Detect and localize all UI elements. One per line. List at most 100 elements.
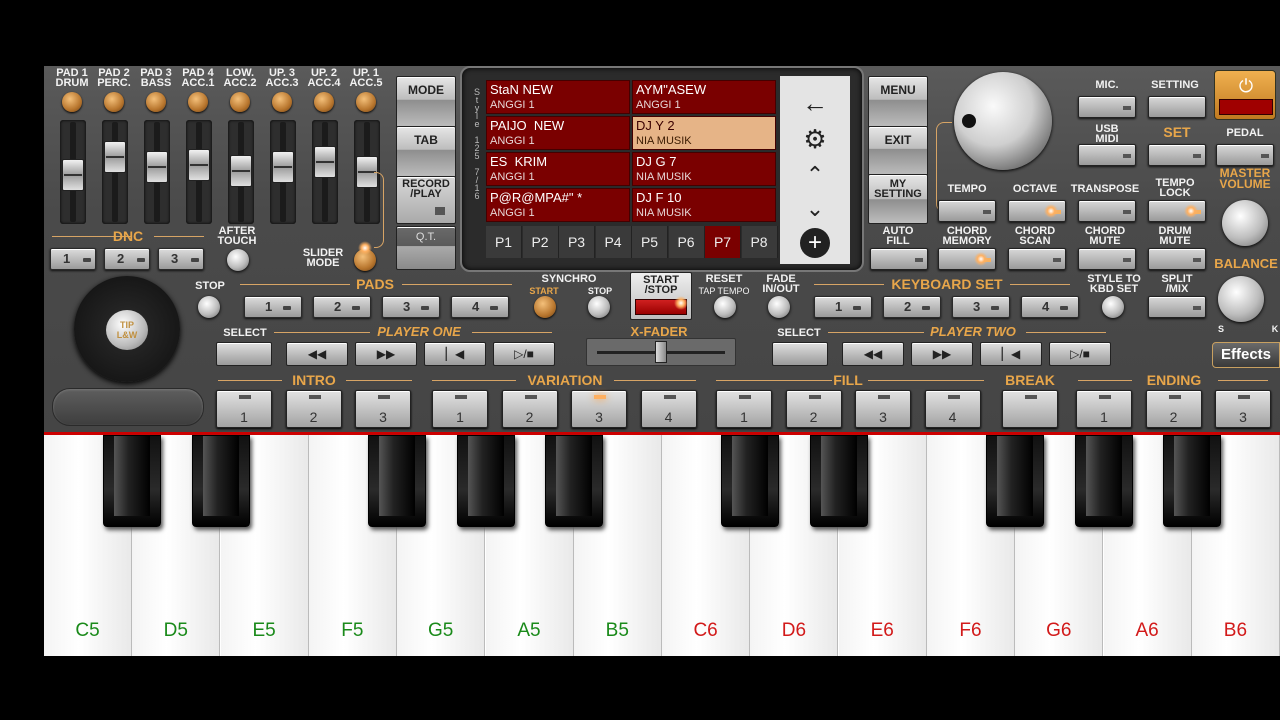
keyboard-set-button-1[interactable]: 1 bbox=[814, 296, 872, 318]
pads-button-4[interactable]: 4 bbox=[451, 296, 509, 318]
dnc-button-2[interactable]: 2 bbox=[104, 248, 150, 270]
black-key-7[interactable] bbox=[810, 435, 868, 527]
variation-button-1[interactable]: 1 bbox=[432, 390, 488, 428]
player2-select-button[interactable] bbox=[772, 342, 828, 366]
style-cell[interactable]: DJ G 7 NIA MUSIK bbox=[632, 152, 776, 186]
pad-knob-3[interactable] bbox=[146, 92, 166, 112]
player1-select-button[interactable] bbox=[216, 342, 272, 366]
fader-3[interactable] bbox=[146, 151, 168, 183]
keyboard-set-button-4[interactable]: 4 bbox=[1021, 296, 1079, 318]
intro-button-2[interactable]: 2 bbox=[285, 390, 342, 428]
black-key-6[interactable] bbox=[721, 435, 779, 527]
pitch-bend-bar[interactable] bbox=[52, 388, 204, 426]
ending-button-2[interactable]: 2 bbox=[1145, 390, 1202, 428]
player1-play-stop-button[interactable]: ▷/■ bbox=[493, 342, 555, 366]
pad-knob-7[interactable] bbox=[314, 92, 334, 112]
page-tab-p5[interactable]: P5 bbox=[632, 226, 668, 258]
style-cell[interactable]: ES KRIM ANGGI 1 bbox=[486, 152, 630, 186]
auto-fill-button[interactable] bbox=[870, 248, 928, 270]
menu-button[interactable]: MENU bbox=[868, 76, 928, 128]
style-cell[interactable]: AYM"ASEW ANGGI 1 bbox=[632, 80, 776, 114]
variation-button-2[interactable]: 2 bbox=[501, 390, 558, 428]
black-key-4[interactable] bbox=[457, 435, 515, 527]
page-tab-p6[interactable]: P6 bbox=[668, 226, 705, 258]
ending-button-3[interactable]: 3 bbox=[1215, 390, 1271, 428]
fader-1[interactable] bbox=[62, 159, 84, 191]
master-volume-knob[interactable] bbox=[1222, 200, 1268, 246]
pad-knob-2[interactable] bbox=[104, 92, 124, 112]
mic-button[interactable] bbox=[1078, 96, 1136, 118]
power-button[interactable]: ⏻ bbox=[1214, 70, 1276, 120]
setting-button[interactable] bbox=[1148, 96, 1206, 118]
player1-skip-start-button[interactable]: ▏◀ bbox=[424, 342, 486, 366]
balance-knob[interactable] bbox=[1218, 276, 1264, 322]
black-key-1[interactable] bbox=[103, 435, 161, 527]
pad-knob-6[interactable] bbox=[272, 92, 292, 112]
pads-button-2[interactable]: 2 bbox=[313, 296, 371, 318]
fader-5[interactable] bbox=[230, 155, 252, 187]
record-play-button[interactable]: RECORD /PLAY bbox=[396, 176, 456, 224]
player1-fast-forward-button[interactable]: ▶▶ bbox=[355, 342, 417, 366]
stop-knob[interactable] bbox=[198, 296, 220, 318]
player2-fast-forward-button[interactable]: ▶▶ bbox=[911, 342, 973, 366]
style-cell[interactable]: StaN NEW ANGGI 1 bbox=[486, 80, 630, 114]
player1-rewind-button[interactable]: ◀◀ bbox=[286, 342, 348, 366]
intro-button-3[interactable]: 3 bbox=[355, 390, 411, 428]
my-setting-button[interactable]: MY SETTING bbox=[868, 174, 928, 224]
page-tab-p3[interactable]: P3 bbox=[559, 226, 595, 258]
pads-button-3[interactable]: 3 bbox=[382, 296, 440, 318]
chord-scan-button[interactable] bbox=[1008, 248, 1066, 270]
fill-button-3[interactable]: 3 bbox=[855, 390, 911, 428]
keyboard-set-button-3[interactable]: 3 bbox=[952, 296, 1010, 318]
style-cell[interactable]: PAIJO NEW ANGGI 1 bbox=[486, 116, 630, 150]
page-tab-p4[interactable]: P4 bbox=[595, 226, 632, 258]
pad-knob-8[interactable] bbox=[356, 92, 376, 112]
pad-knob-5[interactable] bbox=[230, 92, 250, 112]
gear-icon[interactable]: ⚙ bbox=[780, 124, 850, 154]
player2-rewind-button[interactable]: ◀◀ bbox=[842, 342, 904, 366]
variation-button-4[interactable]: 4 bbox=[640, 390, 697, 428]
break-button-1[interactable] bbox=[1002, 390, 1058, 428]
style-cell[interactable]: P@R@MPA#" * ANGGI 1 bbox=[486, 188, 630, 222]
player2-play-stop-button[interactable]: ▷/■ bbox=[1049, 342, 1111, 366]
xfader-handle[interactable] bbox=[655, 341, 667, 363]
synchro-stop-knob[interactable] bbox=[588, 296, 610, 318]
fader-7[interactable] bbox=[314, 146, 336, 178]
dnc-button-3[interactable]: 3 bbox=[158, 248, 204, 270]
chevron-down-icon[interactable]: ⌄ bbox=[780, 194, 850, 224]
fader-4[interactable] bbox=[188, 149, 210, 181]
page-tab-p1[interactable]: P1 bbox=[486, 226, 522, 258]
tempo-button[interactable] bbox=[938, 200, 996, 222]
pads-button-1[interactable]: 1 bbox=[244, 296, 302, 318]
intro-button-1[interactable]: 1 bbox=[216, 390, 272, 428]
style-cell[interactable]: DJ F 10 NIA MUSIK bbox=[632, 188, 776, 222]
mode-button[interactable]: MODE bbox=[396, 76, 456, 128]
black-key-9[interactable] bbox=[1075, 435, 1133, 527]
qt-button[interactable]: Q.T. bbox=[396, 226, 456, 270]
ending-button-1[interactable]: 1 bbox=[1076, 390, 1132, 428]
pad-knob-4[interactable] bbox=[188, 92, 208, 112]
fill-button-2[interactable]: 2 bbox=[785, 390, 842, 428]
fade-knob[interactable] bbox=[768, 296, 790, 318]
after-touch-knob[interactable] bbox=[227, 249, 249, 271]
page-tab-p7[interactable]: P7 bbox=[705, 226, 741, 258]
page-tab-p8[interactable]: P8 bbox=[741, 226, 778, 258]
split-mix-button[interactable] bbox=[1148, 296, 1206, 318]
xfader-track[interactable] bbox=[586, 338, 736, 366]
black-key-3[interactable] bbox=[368, 435, 426, 527]
black-key-8[interactable] bbox=[986, 435, 1044, 527]
fader-6[interactable] bbox=[272, 151, 294, 183]
usb-midi-button[interactable] bbox=[1078, 144, 1136, 166]
style-cell[interactable]: DJ Y 2 NIA MUSIK bbox=[632, 116, 776, 150]
pedal-button[interactable] bbox=[1216, 144, 1274, 166]
exit-button[interactable]: EXIT bbox=[868, 126, 928, 176]
chevron-up-icon[interactable]: ⌃ bbox=[780, 160, 850, 190]
transpose-button[interactable] bbox=[1078, 200, 1136, 222]
black-key-5[interactable] bbox=[545, 435, 603, 527]
chord-mute-button[interactable] bbox=[1078, 248, 1136, 270]
pad-knob-1[interactable] bbox=[62, 92, 82, 112]
keyboard-set-button-2[interactable]: 2 bbox=[883, 296, 941, 318]
effects-button[interactable]: Effects bbox=[1212, 342, 1280, 368]
synchro-start-knob[interactable] bbox=[534, 296, 556, 318]
variation-button-3[interactable]: 3 bbox=[571, 390, 627, 428]
